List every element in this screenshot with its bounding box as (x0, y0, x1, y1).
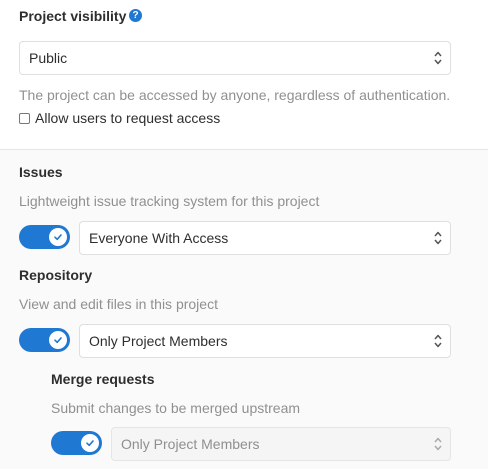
issues-access-select[interactable]: Everyone With Access (79, 221, 451, 255)
issues-select-value: Everyone With Access (89, 230, 229, 246)
repository-select-value: Only Project Members (89, 333, 228, 349)
issues-toggle[interactable] (19, 225, 70, 249)
visibility-select-value: Public (29, 50, 68, 66)
request-access-checkbox[interactable] (19, 112, 30, 124)
project-visibility-heading: Project visibility (19, 8, 127, 24)
repository-description: View and edit files in this project (19, 296, 218, 312)
visibility-description: The project can be accessed by anyone, r… (19, 87, 451, 103)
check-icon (54, 337, 62, 344)
issues-description: Lightweight issue tracking system for th… (19, 193, 320, 209)
check-icon (54, 234, 62, 241)
select-caret-icon (434, 437, 442, 451)
select-caret-icon (434, 231, 442, 245)
merge-requests-description: Submit changes to be merged upstream (51, 400, 301, 416)
repository-access-select[interactable]: Only Project Members (79, 324, 451, 358)
request-access-row[interactable]: Allow users to request access (19, 110, 220, 126)
merge-requests-access-select: Only Project Members (111, 427, 451, 461)
merge-requests-select-value: Only Project Members (121, 436, 260, 452)
visibility-section: Project visibility ? Public The project … (0, 0, 488, 150)
select-caret-icon (434, 334, 442, 348)
request-access-label: Allow users to request access (35, 110, 221, 126)
select-caret-icon (434, 51, 442, 65)
merge-requests-toggle[interactable] (51, 431, 102, 455)
repository-heading: Repository (19, 267, 93, 283)
issues-heading: Issues (19, 164, 63, 180)
repository-toggle[interactable] (19, 328, 70, 352)
visibility-select[interactable]: Public (19, 41, 451, 75)
check-icon (86, 440, 94, 447)
merge-requests-heading: Merge requests (51, 371, 155, 387)
help-icon[interactable]: ? (129, 9, 142, 22)
